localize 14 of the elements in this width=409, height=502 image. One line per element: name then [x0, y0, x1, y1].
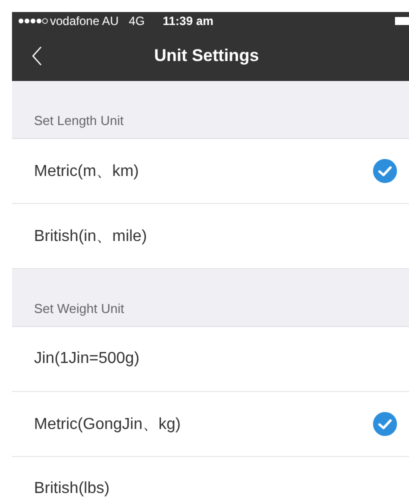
- carrier-name: vodafone AU: [50, 14, 119, 28]
- section-header: Set Weight Unit: [12, 269, 409, 327]
- option-label: British(lbs): [34, 480, 111, 498]
- section-header: Set Length Unit: [12, 81, 409, 139]
- option-label: Metric(m、km): [34, 162, 140, 182]
- option-label: Jin(1Jin=500g): [34, 350, 140, 368]
- option-label: British(in、mile): [34, 226, 148, 246]
- battery-icon: [395, 17, 409, 25]
- screen-title: Unit Settings: [153, 46, 260, 66]
- option-label: Metric(GongJin、kg): [34, 414, 182, 434]
- back-icon: [32, 46, 42, 66]
- network-type: 4G: [128, 14, 145, 28]
- signal-icon: [18, 18, 48, 24]
- clock-time: 11:39 am: [162, 14, 214, 28]
